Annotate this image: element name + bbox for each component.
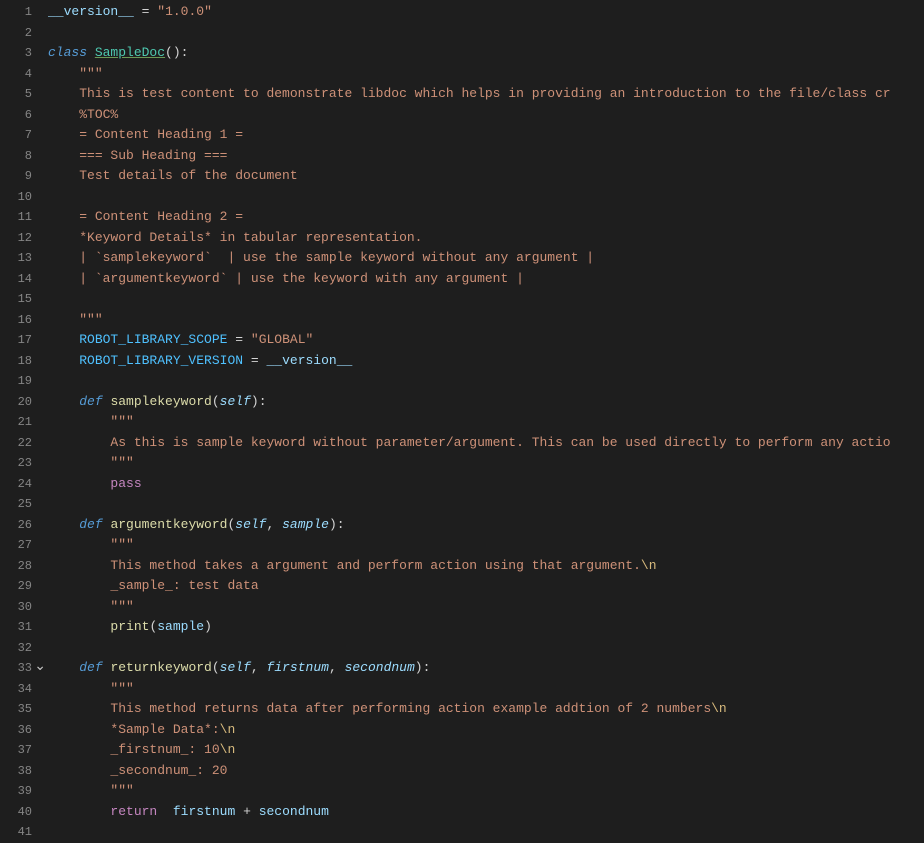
code-line[interactable]: print(sample) [48, 617, 924, 638]
code-line[interactable]: """ [48, 597, 924, 618]
code-line[interactable]: """ [48, 781, 924, 802]
line-number: 35 [0, 699, 48, 720]
line-number: 21 [0, 412, 48, 433]
code-line[interactable] [48, 822, 924, 841]
line-number: 1 [0, 2, 48, 23]
line-number: 41 [0, 822, 48, 843]
line-number: 7 [0, 125, 48, 146]
code-line[interactable]: def argumentkeyword(self, sample): [48, 515, 924, 536]
line-number: 2 [0, 23, 48, 44]
line-number: 4 [0, 64, 48, 85]
line-number: 16 [0, 310, 48, 331]
code-line[interactable]: = Content Heading 1 = [48, 125, 924, 146]
code-editor[interactable]: 1234567891011121314151617181920212223242… [0, 0, 924, 841]
line-number: 11 [0, 207, 48, 228]
code-line[interactable]: return firstnum + secondnum [48, 802, 924, 823]
code-line[interactable]: def samplekeyword(self): [48, 392, 924, 413]
code-line[interactable]: Test details of the document [48, 166, 924, 187]
code-line[interactable]: *Keyword Details* in tabular representat… [48, 228, 924, 249]
line-number: 24 [0, 474, 48, 495]
line-number: 32 [0, 638, 48, 659]
line-number: 25 [0, 494, 48, 515]
line-number-gutter: 1234567891011121314151617181920212223242… [0, 0, 48, 841]
line-number: 15 [0, 289, 48, 310]
code-line[interactable]: | `samplekeyword` | use the sample keywo… [48, 248, 924, 269]
code-line[interactable]: """ [48, 453, 924, 474]
code-line[interactable]: *Sample Data*:\n [48, 720, 924, 741]
line-number: 3 [0, 43, 48, 64]
line-number: 10 [0, 187, 48, 208]
line-number: 34 [0, 679, 48, 700]
line-number: 26 [0, 515, 48, 536]
line-number: 28 [0, 556, 48, 577]
line-number: 19 [0, 371, 48, 392]
code-line[interactable]: """ [48, 412, 924, 433]
code-line[interactable]: """ [48, 64, 924, 85]
line-number: 33 [0, 658, 48, 679]
line-number: 30 [0, 597, 48, 618]
code-line[interactable] [48, 638, 924, 659]
code-line[interactable]: | `argumentkeyword` | use the keyword wi… [48, 269, 924, 290]
code-line[interactable]: _sample_: test data [48, 576, 924, 597]
line-number: 14 [0, 269, 48, 290]
code-line[interactable]: As this is sample keyword without parame… [48, 433, 924, 454]
line-number: 5 [0, 84, 48, 105]
code-line[interactable] [48, 371, 924, 392]
code-line[interactable]: """ [48, 535, 924, 556]
code-line[interactable]: This method returns data after performin… [48, 699, 924, 720]
line-number: 27 [0, 535, 48, 556]
line-number: 38 [0, 761, 48, 782]
code-line[interactable]: _firstnum_: 10\n [48, 740, 924, 761]
code-line[interactable]: = Content Heading 2 = [48, 207, 924, 228]
code-line[interactable]: This method takes a argument and perform… [48, 556, 924, 577]
line-number: 13 [0, 248, 48, 269]
code-line[interactable]: def returnkeyword(self, firstnum, second… [48, 658, 924, 679]
code-line[interactable]: _secondnum_: 20 [48, 761, 924, 782]
code-area[interactable]: __version__ = "1.0.0"class SampleDoc(): … [48, 0, 924, 841]
code-line[interactable]: __version__ = "1.0.0" [48, 2, 924, 23]
line-number: 8 [0, 146, 48, 167]
line-number: 37 [0, 740, 48, 761]
line-number: 18 [0, 351, 48, 372]
line-number: 39 [0, 781, 48, 802]
code-line[interactable]: ROBOT_LIBRARY_SCOPE = "GLOBAL" [48, 330, 924, 351]
code-line[interactable] [48, 289, 924, 310]
line-number: 9 [0, 166, 48, 187]
code-line[interactable]: pass [48, 474, 924, 495]
line-number: 29 [0, 576, 48, 597]
code-line[interactable]: """ [48, 679, 924, 700]
line-number: 31 [0, 617, 48, 638]
code-line[interactable]: class SampleDoc(): [48, 43, 924, 64]
line-number: 36 [0, 720, 48, 741]
code-line[interactable] [48, 187, 924, 208]
line-number: 6 [0, 105, 48, 126]
line-number: 40 [0, 802, 48, 823]
code-line[interactable] [48, 23, 924, 44]
code-line[interactable]: %TOC% [48, 105, 924, 126]
code-line[interactable]: This is test content to demonstrate libd… [48, 84, 924, 105]
line-number: 17 [0, 330, 48, 351]
line-number: 23 [0, 453, 48, 474]
line-number: 12 [0, 228, 48, 249]
code-line[interactable]: === Sub Heading === [48, 146, 924, 167]
code-line[interactable]: ROBOT_LIBRARY_VERSION = __version__ [48, 351, 924, 372]
code-line[interactable] [48, 494, 924, 515]
line-number: 22 [0, 433, 48, 454]
code-line[interactable]: """ [48, 310, 924, 331]
line-number: 20 [0, 392, 48, 413]
